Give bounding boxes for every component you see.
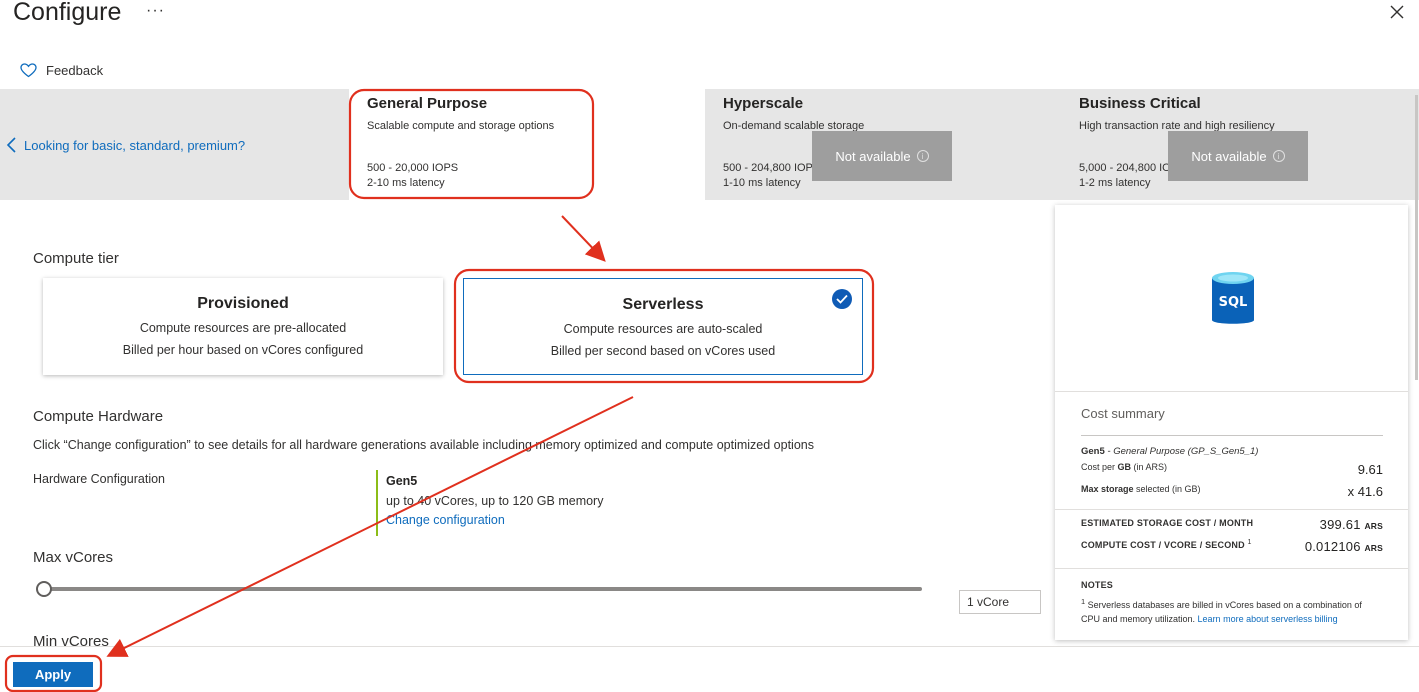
tier-latency: 1-10 ms latency bbox=[723, 177, 801, 189]
cost-summary-underline bbox=[1081, 435, 1383, 436]
tier-general-purpose[interactable]: General Purpose Scalable compute and sto… bbox=[349, 89, 705, 200]
gen-label: Gen5 bbox=[1081, 446, 1105, 457]
compute-cost-value: 0.012106 bbox=[1304, 539, 1361, 554]
panel-divider bbox=[1055, 509, 1408, 510]
tier-iops: 500 - 204,800 IOPS bbox=[723, 162, 821, 174]
tier-name: General Purpose bbox=[367, 95, 488, 112]
min-vcores-label: Min vCores bbox=[33, 633, 109, 646]
est-storage-row: ESTIMATED STORAGE COST / MONTH 399.61 AR… bbox=[1081, 517, 1383, 532]
card-line: Compute resources are auto-scaled bbox=[563, 322, 763, 336]
close-icon[interactable] bbox=[1388, 3, 1406, 21]
card-title: Serverless bbox=[622, 296, 704, 313]
back-link-label: Looking for basic, standard, premium? bbox=[24, 137, 246, 153]
max-storage-row: Max storage selected (in GB) x 41.6 bbox=[1081, 484, 1383, 499]
sql-database-icon: SQL bbox=[1210, 270, 1256, 333]
not-available-label: Not available bbox=[1191, 148, 1267, 164]
hardware-config-box: Gen5 up to 40 vCores, up to 120 GB memor… bbox=[376, 470, 603, 536]
apply-button[interactable]: Apply bbox=[13, 662, 93, 687]
card-title: Provisioned bbox=[197, 295, 289, 312]
compute-hardware-label: Compute Hardware bbox=[33, 408, 164, 425]
not-available-label: Not available bbox=[835, 148, 911, 164]
footer-divider bbox=[0, 646, 1419, 647]
change-configuration-link[interactable]: Change configuration bbox=[386, 513, 603, 527]
notes-title: NOTES bbox=[1081, 580, 1114, 590]
max-vcores-label: Max vCores bbox=[33, 549, 114, 566]
est-storage-value: 399.61 bbox=[1319, 517, 1361, 532]
max-vcores-slider-thumb[interactable] bbox=[36, 581, 52, 597]
page-title: Configure bbox=[13, 0, 122, 26]
heart-icon bbox=[20, 63, 37, 78]
checkmark-icon bbox=[832, 289, 852, 309]
cost-per-gb-row: Cost per GB (in ARS) 9.61 bbox=[1081, 462, 1383, 477]
tier-latency: 2-10 ms latency bbox=[367, 177, 445, 189]
compute-cost-row: COMPUTE COST / VCORE / SECOND 1 0.012106… bbox=[1081, 539, 1383, 554]
provisioned-card[interactable]: Provisioned Compute resources are pre-al… bbox=[43, 278, 443, 375]
max-storage-value: x 41.6 bbox=[1347, 484, 1383, 499]
feedback-button[interactable]: Feedback bbox=[20, 63, 103, 78]
tier-latency: 1-2 ms latency bbox=[1079, 177, 1151, 189]
more-options-icon[interactable]: ··· bbox=[146, 2, 165, 20]
max-vcores-slider-track[interactable] bbox=[44, 587, 922, 591]
card-line: Compute resources are pre-allocated bbox=[139, 321, 347, 335]
hardware-hint: Click “Change configuration” to see deta… bbox=[33, 438, 814, 452]
cost-summary-panel: SQL Cost summary Gen5 - General Purpose … bbox=[1055, 205, 1408, 640]
info-icon[interactable]: i bbox=[1272, 150, 1285, 162]
tier-desc: Scalable compute and storage options bbox=[367, 120, 555, 132]
feedback-label: Feedback bbox=[46, 63, 104, 78]
not-available-overlay: Not available i bbox=[1168, 131, 1308, 181]
basic-standard-premium-link[interactable]: Looking for basic, standard, premium? bbox=[6, 137, 245, 153]
panel-divider bbox=[1055, 568, 1408, 569]
sql-logo-text: SQL bbox=[1219, 295, 1248, 310]
scrollbar[interactable] bbox=[1415, 95, 1418, 380]
annotation-arrow bbox=[561, 215, 606, 262]
notes-text: 1 Serverless databases are billed in vCo… bbox=[1081, 597, 1362, 624]
serverless-billing-link[interactable]: Learn more about serverless billing bbox=[1198, 614, 1338, 624]
hardware-config-label: Hardware Configuration bbox=[33, 472, 166, 486]
gen-detail: - General Purpose (GP_S_Gen5_1) bbox=[1104, 446, 1259, 457]
tier-name: Business Critical bbox=[1079, 95, 1201, 112]
gen-row: Gen5 - General Purpose (GP_S_Gen5_1) bbox=[1081, 446, 1383, 457]
cost-summary-title: Cost summary bbox=[1081, 406, 1165, 421]
card-line: Billed per hour based on vCores configur… bbox=[122, 343, 364, 357]
cost-per-gb-value: 9.61 bbox=[1357, 462, 1383, 477]
info-icon[interactable]: i bbox=[916, 150, 929, 162]
chevron-left-icon bbox=[6, 137, 16, 153]
serverless-card[interactable]: Serverless Compute resources are auto-sc… bbox=[463, 278, 863, 375]
tier-iops: 500 - 20,000 IOPS bbox=[367, 162, 459, 174]
panel-divider bbox=[1055, 391, 1408, 392]
card-line: Billed per second based on vCores used bbox=[550, 344, 776, 358]
compute-tier-label: Compute tier bbox=[33, 250, 119, 267]
max-vcores-input[interactable]: 1 vCore bbox=[959, 590, 1041, 614]
tier-name: Hyperscale bbox=[723, 95, 804, 112]
not-available-overlay: Not available i bbox=[812, 131, 952, 181]
hardware-desc: up to 40 vCores, up to 120 GB memory bbox=[386, 494, 604, 508]
hardware-gen: Gen5 bbox=[386, 474, 418, 488]
